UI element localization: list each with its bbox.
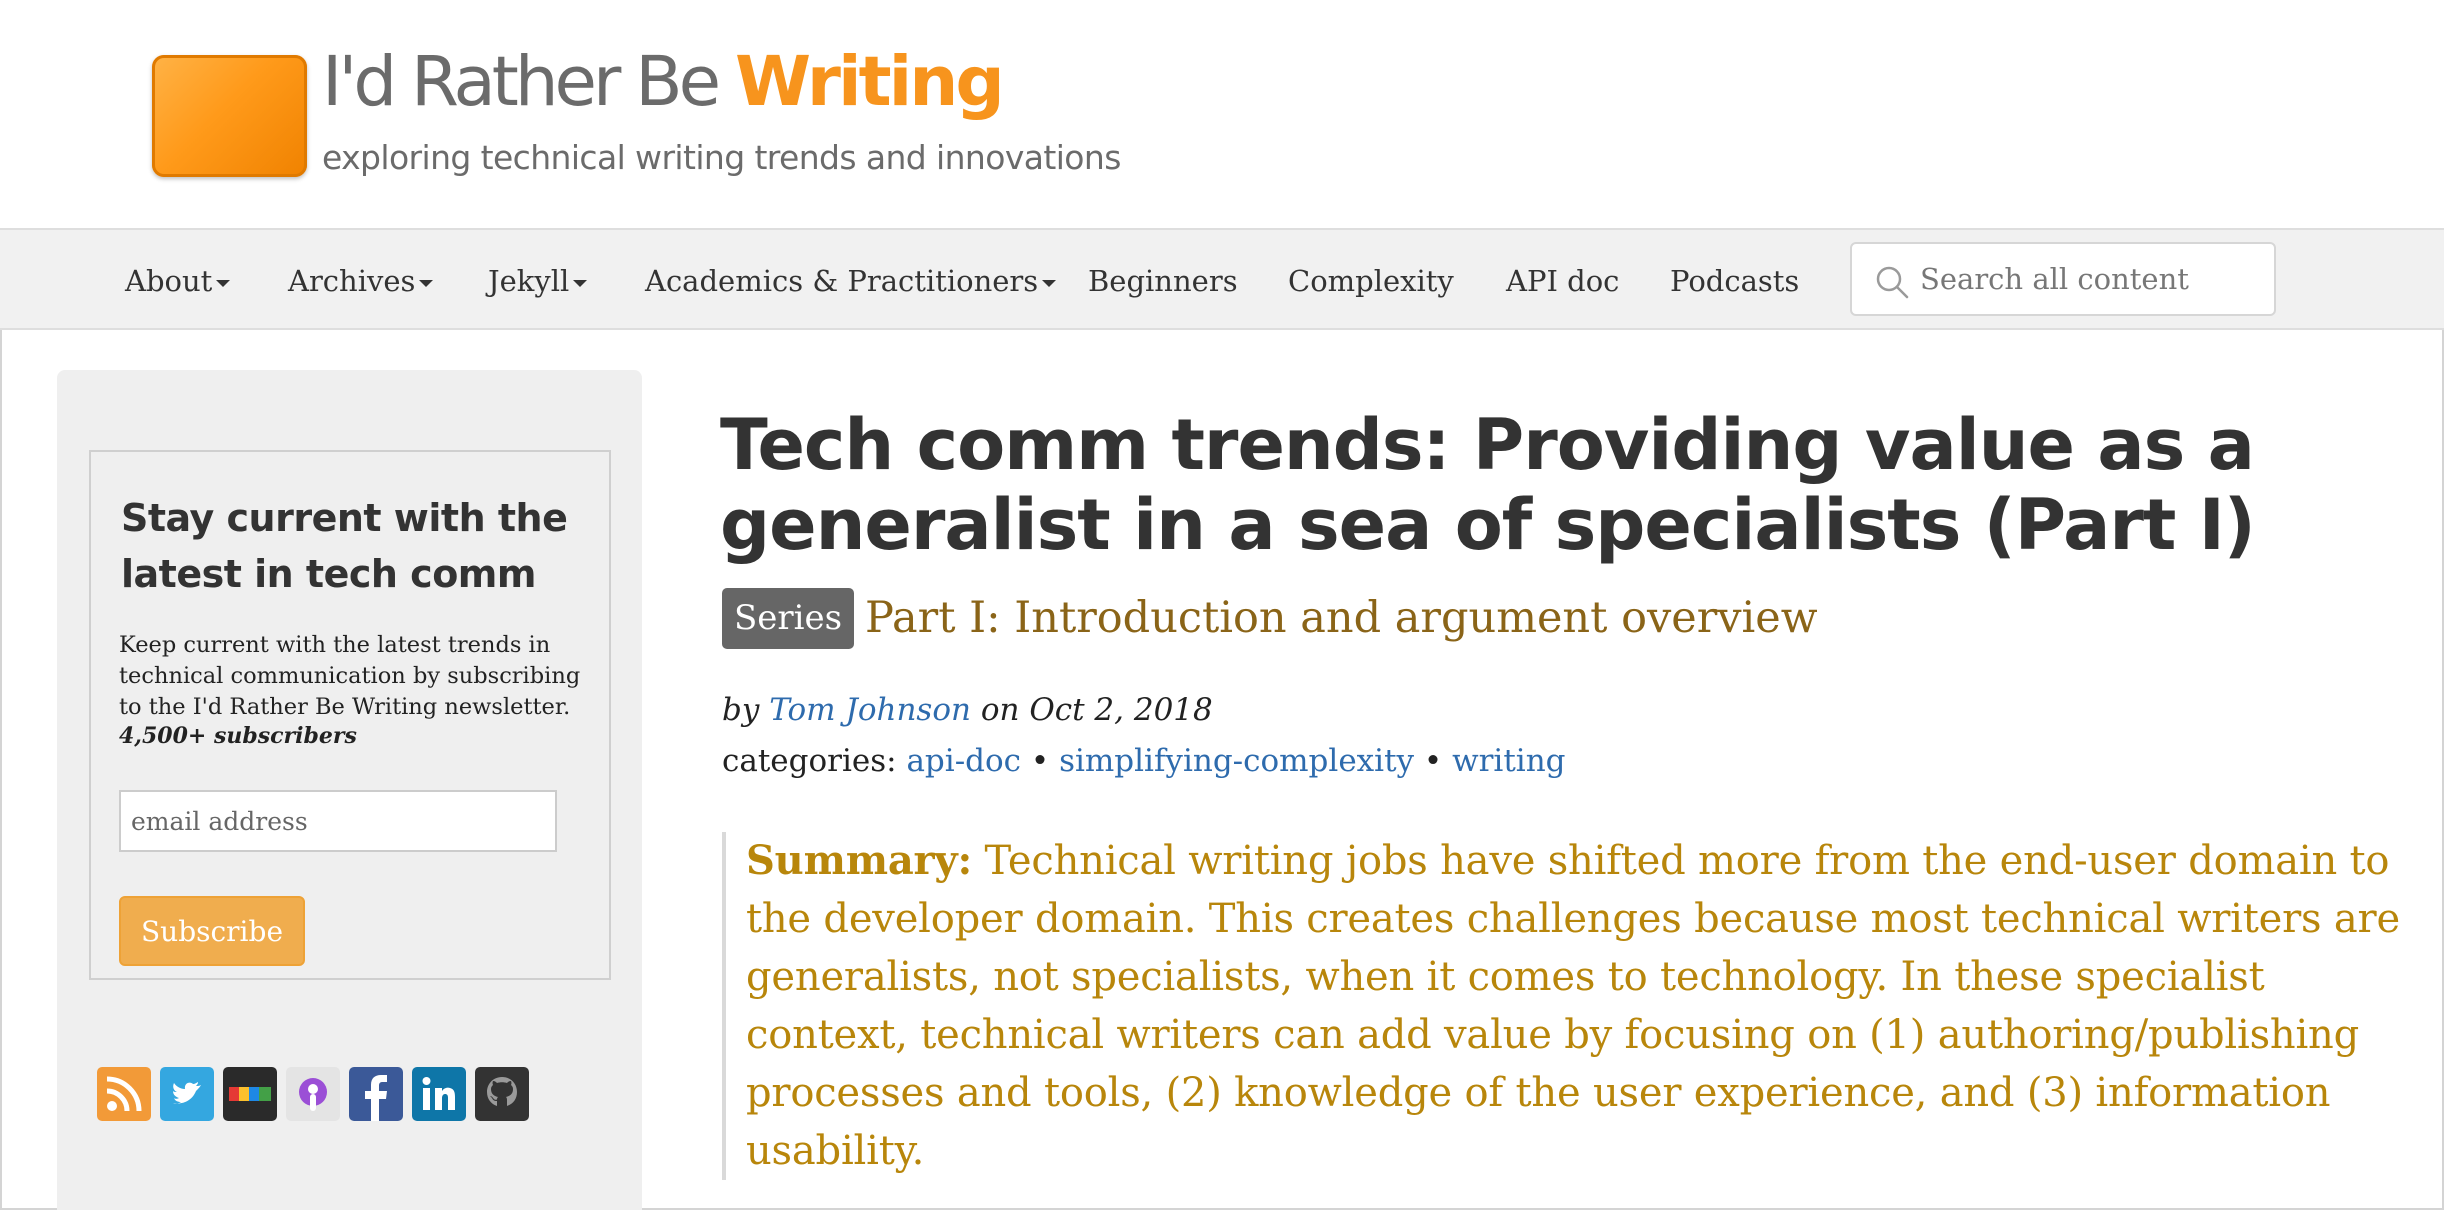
nav-label: Archives [288,264,416,298]
summary-body: Technical writing jobs have shifted more… [746,838,2400,1174]
nav-item-beginners[interactable]: Beginners [1088,264,1238,298]
byline: by Tom Johnson on Oct 2, 2018 [722,692,1213,728]
byline-by: by [722,692,760,728]
search-input[interactable] [1920,254,2260,304]
nav-item-complexity[interactable]: Complexity [1288,264,1454,298]
summary-label: Summary: [746,837,973,884]
category-link-writing[interactable]: writing [1452,743,1565,779]
post-title: Tech comm trends: Providing value as a g… [720,404,2256,566]
site-header: I'd Rather Be Writing exploring technica… [0,0,2444,228]
nav-item-api-doc[interactable]: API doc [1506,264,1619,298]
newsletter-box: Stay current with the latest in tech com… [89,450,611,980]
caret-down-icon [573,279,588,287]
nav-label: About [125,264,213,298]
subscribe-button[interactable]: Subscribe [119,896,305,966]
caret-down-icon [419,279,434,287]
search-box [1850,242,2276,316]
newsletter-description: Keep current with the latest trends in t… [119,632,581,720]
search-icon [1876,266,1909,299]
categories-label: categories: [722,743,897,779]
instagram-icon[interactable] [223,1067,277,1121]
nav-item-archives[interactable]: Archives [288,264,434,298]
author-link[interactable]: Tom Johnson [769,692,971,728]
series-badge: Series [722,588,855,649]
nav-label: Academics & Practitioners [645,264,1039,298]
category-separator: • [1423,743,1443,779]
post-date: Oct 2, 2018 [1029,692,1213,728]
logo-accent: Writing [735,42,1005,122]
summary-block: Summary: Technical writing jobs have shi… [722,832,2412,1180]
logo-text: I'd Rather Be [322,42,721,122]
nav-item-podcasts[interactable]: Podcasts [1670,264,1799,298]
newsletter-title: Stay current with the latest in tech com… [121,496,568,596]
subscriber-count: 4,500+ subscribers [119,723,357,749]
nav-item-about[interactable]: About [125,264,231,298]
facebook-icon[interactable] [349,1067,403,1121]
site-logo-title[interactable]: I'd Rather Be Writing [322,48,1005,117]
categories: categories: api-doc • simplifying-comple… [722,743,1566,779]
category-separator: • [1030,743,1050,779]
podcast-icon[interactable] [286,1067,340,1121]
main-nav: About Archives Jekyll Academics & Practi… [0,228,2444,330]
site-tagline: exploring technical writing trends and i… [322,138,1121,177]
sidebar: Stay current with the latest in tech com… [57,370,642,1210]
logo-icon[interactable] [152,55,307,177]
nav-item-academics[interactable]: Academics & Practitioners [645,264,1057,298]
series-part-title: Part I: Introduction and argument overvi… [865,593,1818,643]
category-link-simplifying-complexity[interactable]: simplifying-complexity [1059,743,1414,779]
email-field[interactable] [119,790,557,852]
nav-item-jekyll[interactable]: Jekyll [488,264,588,298]
category-link-api-doc[interactable]: api-doc [906,743,1021,779]
linkedin-icon[interactable] [412,1067,466,1121]
summary-text: Summary: Technical writing jobs have shi… [746,832,2412,1180]
caret-down-icon [216,279,231,287]
twitter-icon[interactable] [160,1067,214,1121]
nav-label: Jekyll [488,264,570,298]
caret-down-icon [1042,279,1057,287]
github-icon[interactable] [475,1067,529,1121]
rss-icon[interactable] [97,1067,151,1121]
byline-on: on [980,692,1020,728]
